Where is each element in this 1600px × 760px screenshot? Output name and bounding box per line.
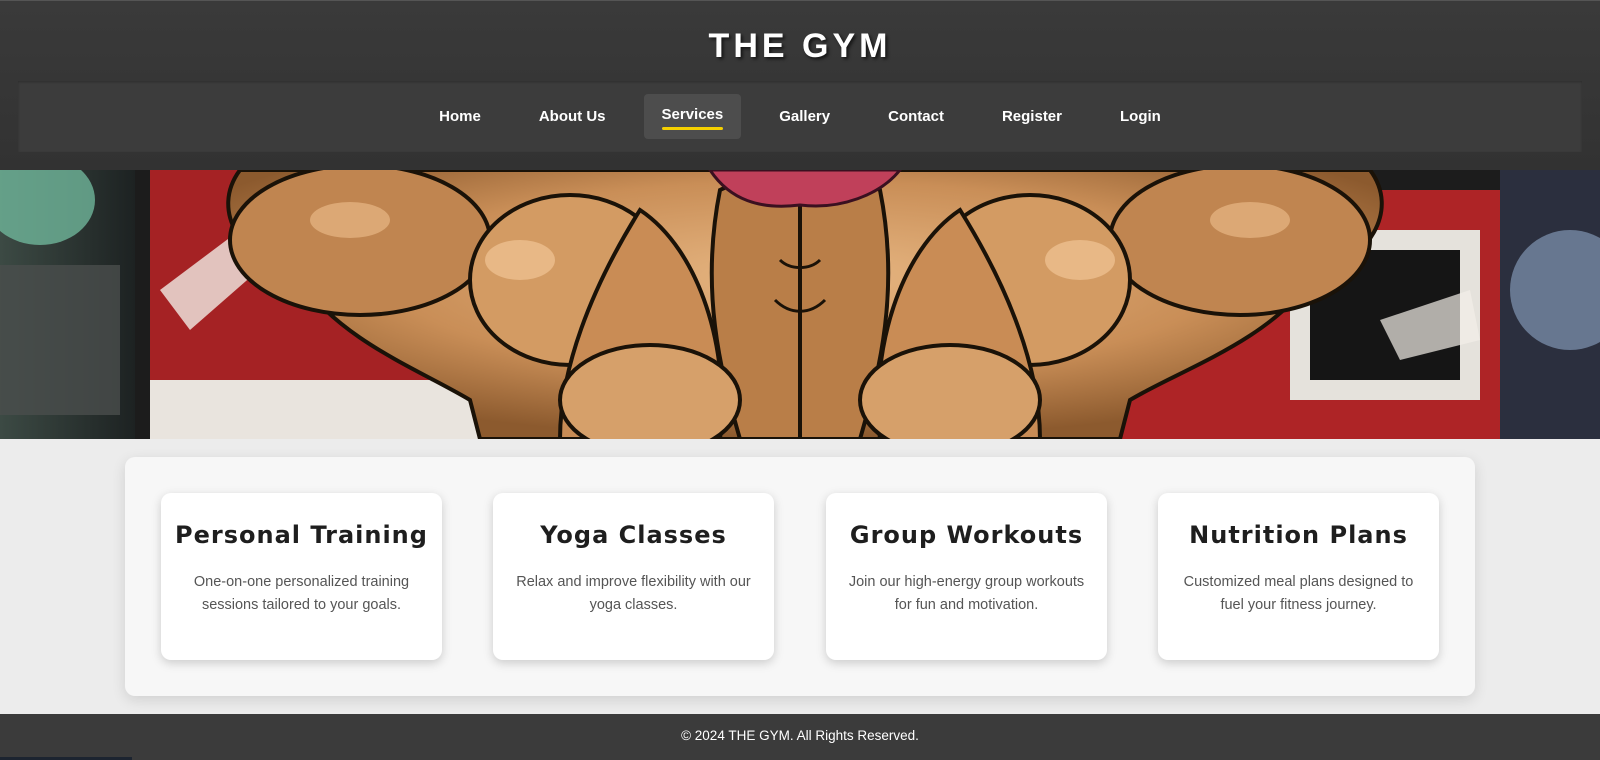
service-title: Nutrition Plans [1189, 521, 1408, 549]
service-card: Nutrition Plans Customized meal plans de… [1158, 493, 1439, 660]
nav-item-home[interactable]: Home [419, 96, 501, 137]
main-navigation: Home About Us Services Gallery Contact R… [18, 81, 1582, 152]
service-title: Yoga Classes [540, 521, 727, 549]
service-card: Group Workouts Join our high-energy grou… [826, 493, 1107, 660]
nav-item-services[interactable]: Services [643, 93, 742, 139]
service-title: Personal Training [175, 521, 428, 549]
service-description: Join our high-energy group workouts for … [848, 574, 1085, 613]
site-footer: © 2024 THE GYM. All Rights Reserved. [0, 714, 1600, 760]
service-description: Relax and improve flexibility with our y… [516, 574, 751, 613]
copyright-text: © 2024 THE GYM. All Rights Reserved. [681, 728, 919, 743]
nav-item-gallery[interactable]: Gallery [759, 96, 850, 137]
service-description: Customized meal plans designed to fuel y… [1183, 574, 1414, 613]
muscular-back-mural-illustration [0, 170, 1600, 439]
service-card: Yoga Classes Relax and improve flexibili… [493, 493, 774, 660]
services-section: Personal Training One-on-one personalize… [125, 457, 1475, 696]
nav-item-about-us[interactable]: About Us [519, 96, 626, 137]
service-card: Personal Training One-on-one personalize… [161, 493, 442, 660]
hero-banner-image [0, 170, 1600, 439]
nav-item-contact[interactable]: Contact [868, 96, 964, 137]
site-header: THE GYM Home About Us Services Gallery C… [0, 0, 1600, 170]
nav-item-login[interactable]: Login [1100, 96, 1181, 137]
site-title: THE GYM [708, 27, 892, 65]
nav-item-register[interactable]: Register [982, 96, 1082, 137]
service-description: One-on-one personalized training session… [193, 574, 410, 613]
service-title: Group Workouts [849, 521, 1084, 549]
nav-list: Home About Us Services Gallery Contact R… [18, 81, 1582, 152]
